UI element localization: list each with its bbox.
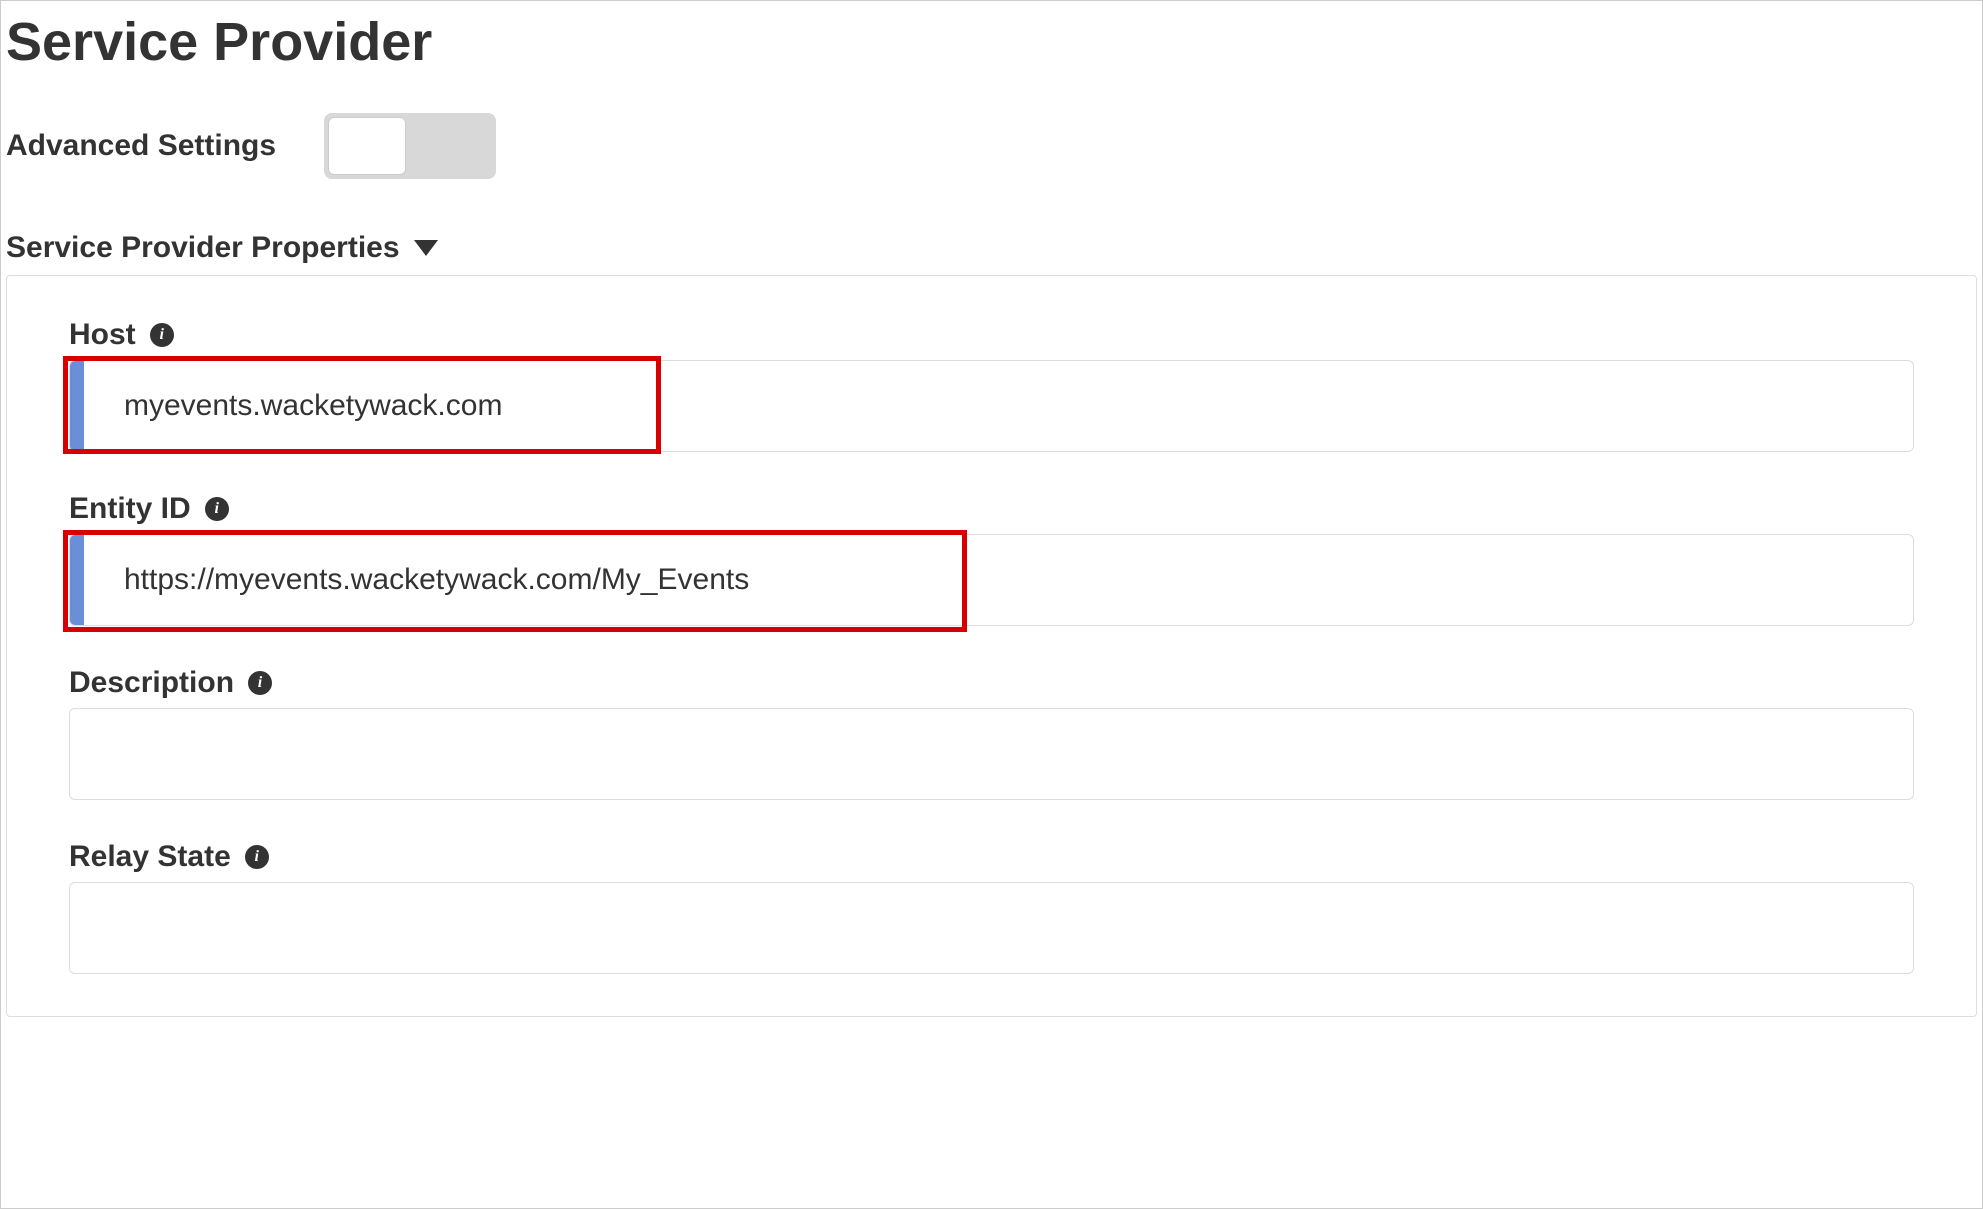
info-icon[interactable]: i [245,845,269,869]
host-input[interactable] [69,360,1914,452]
properties-panel: Host i Entity ID i Description [6,275,1977,1017]
section-title: Service Provider Properties [6,231,400,265]
page-title: Service Provider [6,1,1977,113]
advanced-settings-row: Advanced Settings [6,113,1977,179]
advanced-settings-label: Advanced Settings [6,129,276,163]
input-accent [70,361,84,451]
input-accent [70,535,84,625]
info-icon[interactable]: i [150,323,174,347]
host-label: Host [69,318,136,352]
advanced-settings-toggle[interactable] [324,113,496,179]
relay-state-input[interactable] [69,882,1914,974]
entity-id-input[interactable] [69,534,1914,626]
relay-state-field: Relay State i [69,840,1914,974]
entity-id-label: Entity ID [69,492,191,526]
service-provider-properties-header[interactable]: Service Provider Properties [6,231,1977,265]
host-field: Host i [69,318,1914,452]
relay-state-label: Relay State [69,840,231,874]
caret-down-icon [414,240,438,256]
info-icon[interactable]: i [248,671,272,695]
description-label: Description [69,666,234,700]
info-icon[interactable]: i [205,497,229,521]
description-field: Description i [69,666,1914,800]
entity-id-field: Entity ID i [69,492,1914,626]
toggle-thumb [328,117,406,175]
description-input[interactable] [69,708,1914,800]
